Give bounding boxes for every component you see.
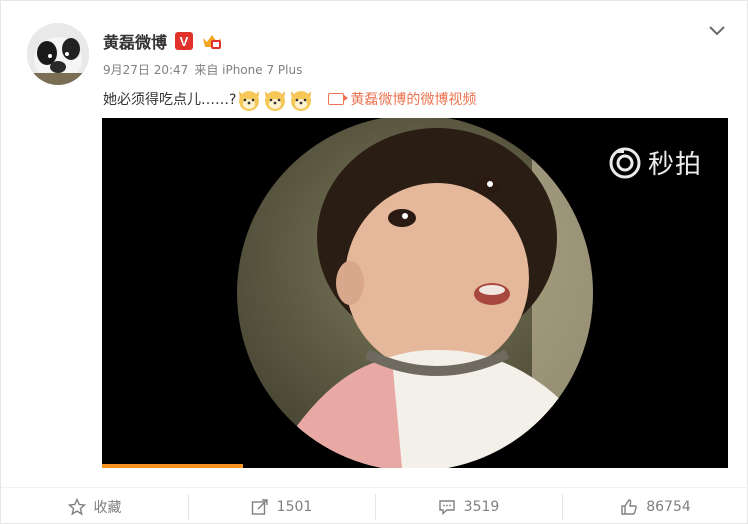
favorite-button[interactable]: 收藏 <box>1 488 188 524</box>
weibo-post-card: 黄磊微博 V 9月27日 20:47 来自 iPhone 7 Plus 她必须得… <box>0 0 748 524</box>
video-link-label: 黄磊微博的微博视频 <box>350 92 477 108</box>
dog-emoji-icon <box>262 87 288 111</box>
share-icon <box>251 498 268 515</box>
dog-emoji-icon <box>288 87 314 111</box>
dog-emoji-icon <box>236 87 262 111</box>
video-player[interactable]: 秒拍 <box>102 118 728 468</box>
camera-lens-icon <box>609 147 641 178</box>
miaopai-watermark: 秒拍 <box>608 144 702 181</box>
favorite-label: 收藏 <box>93 499 122 516</box>
post-text: 她必须得吃点儿……? <box>103 92 237 108</box>
like-button[interactable]: 86754 <box>562 488 748 524</box>
avatar[interactable] <box>27 23 89 85</box>
chevron-down-icon[interactable] <box>707 23 727 39</box>
post-meta: 9月27日 20:47 来自 iPhone 7 Plus <box>103 61 302 78</box>
verified-badge-icon[interactable]: V <box>175 32 194 50</box>
author-name[interactable]: 黄磊微博 <box>103 29 167 53</box>
comment-icon <box>438 499 455 515</box>
video-progress-bar[interactable] <box>102 464 243 468</box>
post-source: 来自 iPhone 7 Plus <box>194 63 303 77</box>
like-count: 86754 <box>646 498 691 515</box>
watermark-text: 秒拍 <box>647 150 702 180</box>
repost-button[interactable]: 1501 <box>188 488 375 524</box>
post-actions: 收藏 1501 3519 86754 <box>1 487 748 524</box>
comment-button[interactable]: 3519 <box>375 488 562 524</box>
repost-count: 1501 <box>276 498 313 515</box>
like-icon <box>621 498 638 515</box>
video-link[interactable]: 黄磊微博的微博视频 <box>328 89 476 109</box>
post-timestamp[interactable]: 9月27日 20:47 <box>103 61 188 78</box>
video-camera-icon <box>328 93 349 105</box>
star-icon <box>67 497 86 515</box>
member-crown-icon[interactable] <box>201 32 223 50</box>
comment-count: 3519 <box>463 498 500 515</box>
author-row: 黄磊微博 V <box>103 29 223 53</box>
post-content: 她必须得吃点儿……? 黄磊微博的微博视频 <box>103 87 476 111</box>
